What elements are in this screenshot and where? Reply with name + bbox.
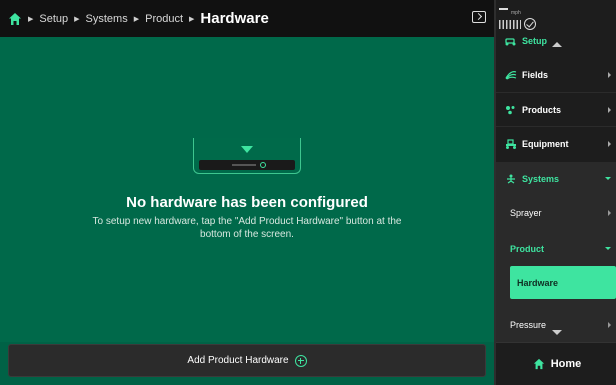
chevron-down-icon [605, 177, 611, 180]
breadcrumb-product[interactable]: Product [145, 13, 183, 25]
sidebar-item-fields[interactable]: Fields [496, 58, 616, 92]
sidebar-item-product[interactable]: Product [504, 232, 616, 266]
chevron-right-icon [608, 141, 611, 147]
sidebar-item-products[interactable]: Products [496, 93, 616, 127]
status-bar: mph [496, 0, 616, 30]
arrow-down-icon [241, 146, 253, 153]
equipment-tractor-icon [506, 139, 516, 149]
sidebar-item-label: Setup [522, 36, 548, 46]
sidebar-item-label: Equipment [522, 139, 569, 149]
fields-icon [505, 71, 517, 80]
chevron-right-icon [608, 210, 611, 216]
sidebar-item-label: Product [510, 244, 545, 254]
add-product-hardware-label: Add Product Hardware [187, 355, 289, 366]
home-label: Home [550, 358, 582, 370]
breadcrumb-systems[interactable]: Systems [86, 13, 128, 25]
sidebar-item-hardware[interactable]: Hardware [510, 266, 616, 299]
hardware-illustration-icon [193, 138, 301, 174]
products-icon [506, 106, 515, 115]
sidebar-item-systems[interactable]: Systems [496, 162, 616, 196]
home-icon[interactable] [8, 12, 22, 26]
speed-unit: mph [511, 10, 521, 16]
footer-bar: Add Product Hardware [0, 342, 494, 385]
scroll-up-icon[interactable] [552, 42, 562, 47]
signal-bars-icon [499, 20, 521, 29]
scroll-down-icon[interactable] [552, 330, 562, 335]
sidebar-item-label: Fields [522, 70, 549, 80]
systems-sprayer-icon [507, 174, 515, 184]
chevron-right-icon: ▶ [133, 15, 140, 23]
sidebar-item-setup[interactable]: Setup [496, 30, 616, 52]
sidebar-item-label: Hardware [517, 277, 559, 288]
collapse-panel-icon[interactable] [472, 11, 486, 23]
speed-indicator-icon [499, 8, 508, 10]
chevron-right-icon: ▶ [189, 15, 195, 23]
main-content: No hardware has been configured To setup… [0, 37, 494, 342]
chevron-right-icon: ▶ [74, 15, 80, 23]
sidebar-item-sprayer[interactable]: Sprayer [504, 196, 616, 230]
sidebar-item-equipment[interactable]: Equipment [496, 127, 616, 161]
chevron-right-icon [608, 107, 611, 113]
sidebar-item-pressure[interactable]: Pressure [504, 308, 616, 342]
empty-state-message: To setup new hardware, tap the "Add Prod… [92, 216, 402, 240]
sidebar-item-label: Systems [522, 174, 560, 184]
gps-status-icon [524, 18, 536, 30]
sidebar: mph Setup Fields Products Equipment Syst… [494, 0, 616, 385]
setup-tractor-icon [505, 38, 516, 46]
empty-state-title: No hardware has been configured [126, 194, 368, 211]
chevron-right-icon: ▶ [28, 15, 34, 23]
chevron-right-icon [608, 72, 611, 78]
chevron-down-icon [605, 247, 611, 250]
home-icon [533, 358, 544, 370]
chevron-right-icon [608, 322, 611, 328]
breadcrumb-setup[interactable]: Setup [39, 13, 68, 25]
page-title: Hardware [200, 10, 269, 27]
home-button[interactable]: Home [496, 342, 616, 385]
add-product-hardware-button[interactable]: Add Product Hardware [8, 344, 486, 377]
sidebar-item-label: Pressure [510, 320, 547, 330]
sidebar-item-label: Sprayer [510, 208, 542, 218]
sidebar-item-label: Products [522, 105, 562, 115]
top-bar: ▶ Setup ▶ Systems ▶ Product ▶ Hardware [0, 0, 494, 37]
plus-circle-icon [294, 354, 307, 367]
